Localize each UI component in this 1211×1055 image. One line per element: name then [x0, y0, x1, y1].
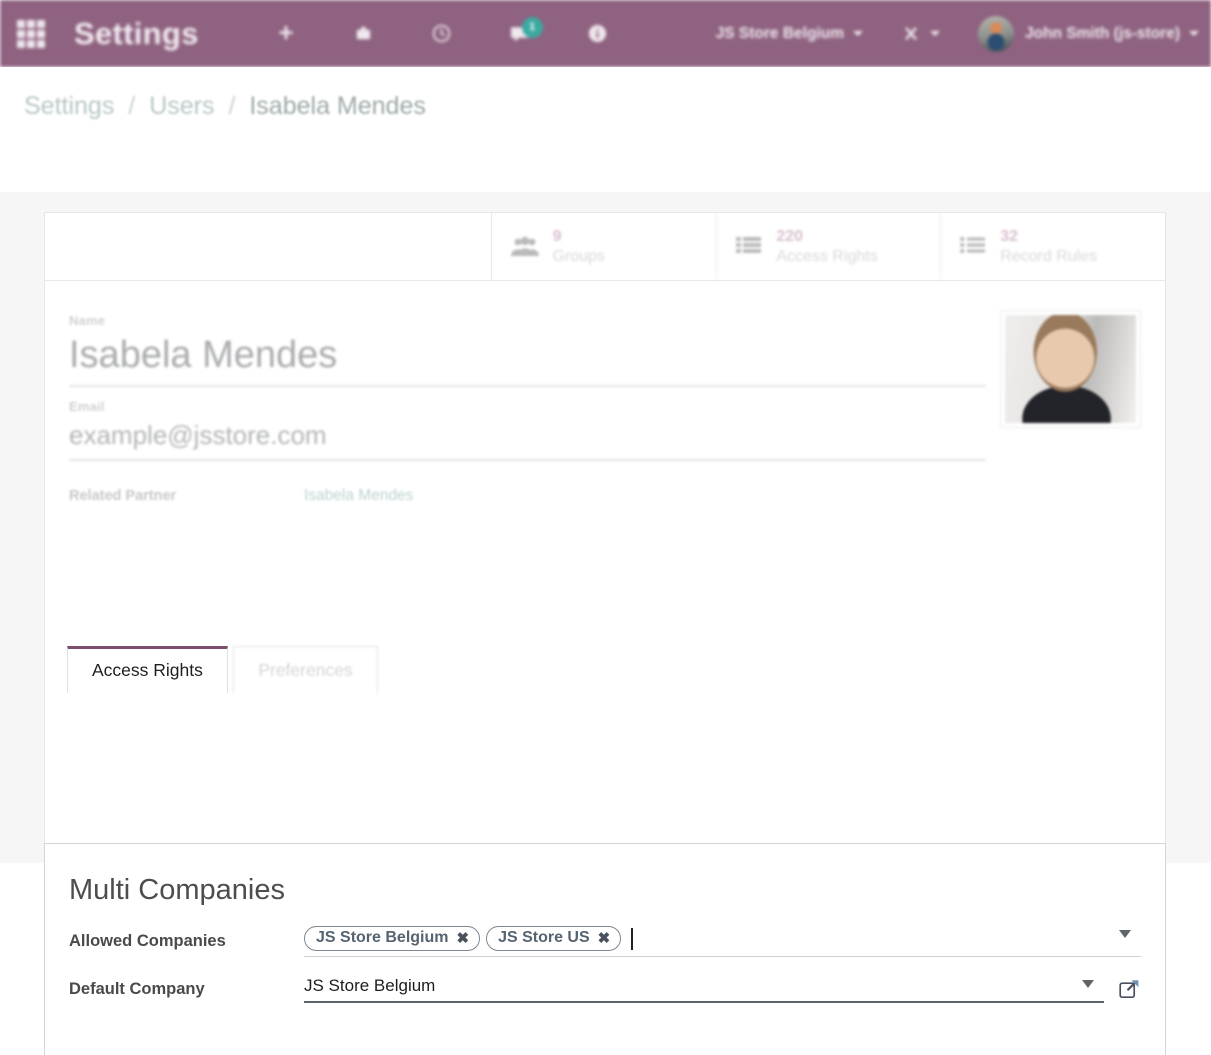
bug-icon [904, 26, 917, 40]
list-icon [735, 235, 763, 259]
user-photo[interactable] [1000, 310, 1141, 428]
stat-button-row: 9 Groups 220 Access Rights 32 Record Rul… [45, 213, 1165, 281]
default-company-input[interactable]: JS Store Belgium [304, 976, 1104, 1003]
chevron-down-icon [1189, 31, 1199, 36]
stat-button-record-rules[interactable]: 32 Record Rules [941, 213, 1165, 280]
users-icon [510, 236, 540, 258]
dropdown-caret-icon[interactable] [1119, 930, 1131, 938]
name-input[interactable]: Isabela Mendes [69, 334, 986, 387]
breadcrumb-item-users[interactable]: Users [149, 92, 214, 120]
related-partner-label: Related Partner [69, 488, 177, 504]
multi-companies-panel: Multi Companies Allowed Companies JS Sto… [44, 843, 1166, 1055]
breadcrumb-separator: / [128, 92, 136, 120]
user-menu[interactable]: John Smith (js-store) [977, 15, 1199, 52]
messages-icon[interactable]: 1 [507, 16, 543, 47]
form-sheet: 9 Groups 220 Access Rights 32 Record Rul… [44, 212, 1166, 863]
breadcrumb-item-current: Isabela Mendes [249, 92, 426, 120]
list-icon [959, 235, 987, 259]
remove-tag-icon[interactable]: ✖ [456, 929, 469, 947]
tag-js-store-us[interactable]: JS Store US ✖ [486, 926, 622, 951]
related-partner-link[interactable]: Isabela Mendes [304, 487, 413, 505]
messages-count-badge: 1 [521, 16, 543, 38]
control-panel: Settings / Users / Isabela Mendes SAVE D… [0, 67, 1211, 251]
tab-access-rights[interactable]: Access Rights [67, 646, 228, 693]
form-notebook-tabs: Access Rights Preferences [45, 646, 1165, 694]
clock-icon[interactable] [429, 21, 455, 47]
default-company-label: Default Company [69, 980, 205, 998]
topbar-right: JS Store Belgium John Smith (js-store) [716, 15, 1211, 52]
stat-label: Access Rights [776, 247, 878, 265]
breadcrumb-separator: / [228, 92, 236, 120]
user-menu-label: John Smith (js-store) [1024, 24, 1180, 42]
stat-value: 9 [552, 227, 562, 245]
tab-preferences[interactable]: Preferences [233, 646, 378, 693]
info-icon[interactable] [585, 21, 611, 47]
avatar [977, 15, 1014, 52]
section-title-multi-companies: Multi Companies [69, 874, 285, 906]
default-company-row: Default Company JS Store Belgium [69, 976, 1141, 1003]
allowed-companies-row: Allowed Companies JS Store Belgium ✖ JS … [69, 926, 1141, 957]
allowed-companies-tagbox[interactable]: JS Store Belgium ✖ JS Store US ✖ [304, 926, 1141, 957]
breadcrumb-item-settings[interactable]: Settings [24, 92, 114, 120]
user-form: Name Isabela Mendes Email example@jsstor… [45, 281, 1165, 646]
stat-label: Groups [552, 247, 606, 265]
breadcrumb: Settings / Users / Isabela Mendes [24, 92, 426, 121]
remove-tag-icon[interactable]: ✖ [598, 929, 611, 947]
stat-value: 220 [776, 227, 804, 245]
tag-label: JS Store US [498, 929, 590, 946]
default-company-field[interactable]: JS Store Belgium [304, 976, 1104, 1003]
company-switcher-label: JS Store Belgium [715, 24, 844, 42]
stat-label: Record Rules [1000, 247, 1098, 265]
app-title: Settings [74, 15, 199, 51]
systray-icons: 1 [273, 16, 611, 47]
chevron-down-icon [929, 31, 940, 36]
briefcase-icon[interactable] [351, 21, 377, 47]
name-field-label: Name [69, 313, 106, 328]
external-link-icon[interactable] [1118, 978, 1141, 1001]
apps-grid-icon[interactable] [16, 19, 46, 49]
stat-row-spacer [45, 213, 492, 280]
text-cursor [631, 927, 633, 950]
email-field-label: Email [69, 399, 105, 414]
allowed-companies-field[interactable]: JS Store Belgium ✖ JS Store US ✖ [304, 926, 1141, 957]
email-input[interactable]: example@jsstore.com [69, 420, 986, 461]
plus-icon[interactable] [273, 21, 299, 47]
tag-js-store-belgium[interactable]: JS Store Belgium ✖ [304, 926, 481, 951]
form-view-background: 9 Groups 220 Access Rights 32 Record Rul… [0, 192, 1211, 1055]
top-navbar: Settings 1 JS Store Belgium John Smith (… [0, 0, 1211, 67]
dropdown-caret-icon[interactable] [1082, 980, 1094, 988]
stat-value: 32 [1000, 227, 1018, 245]
company-switcher[interactable]: JS Store Belgium [716, 25, 863, 43]
chevron-down-icon [852, 31, 863, 36]
stat-button-groups[interactable]: 9 Groups [492, 213, 718, 280]
allowed-companies-label: Allowed Companies [69, 932, 226, 950]
tag-label: JS Store Belgium [316, 929, 449, 946]
related-partner-row: Related Partner Isabela Mendes [69, 487, 1141, 505]
debug-menu[interactable] [901, 24, 940, 44]
stat-button-access-rights[interactable]: 220 Access Rights [717, 213, 942, 280]
